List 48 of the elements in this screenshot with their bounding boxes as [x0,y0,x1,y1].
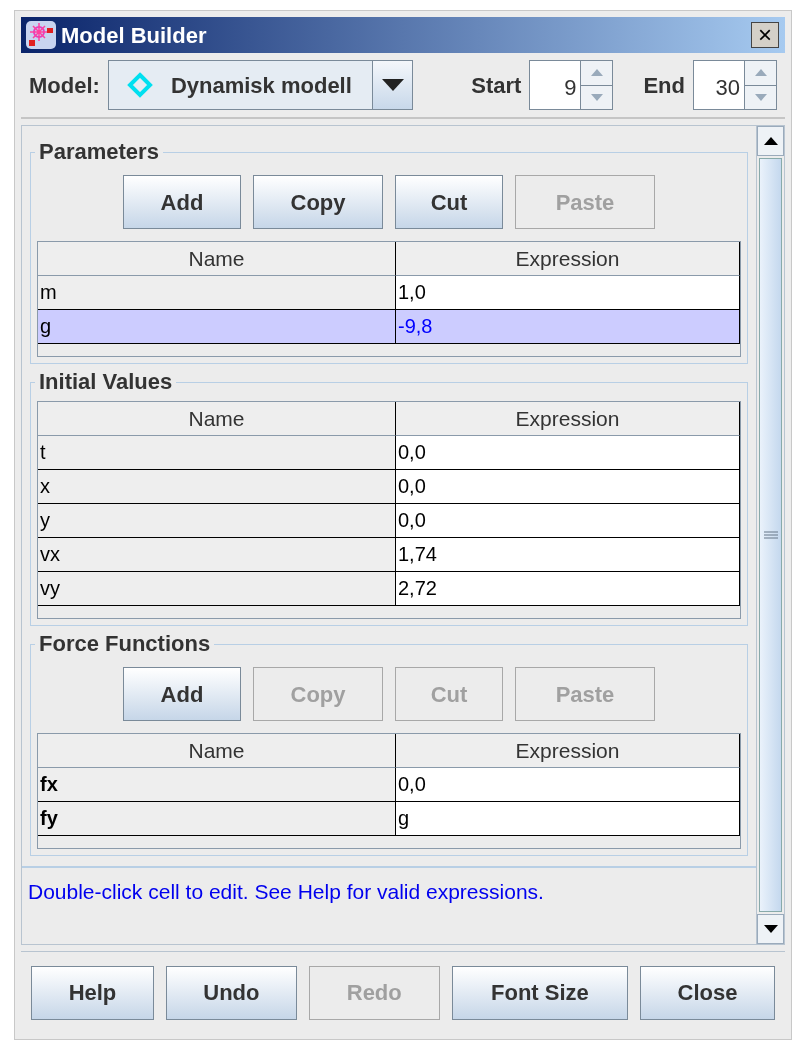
start-label: Start [471,71,522,100]
model-value: Dynamisk modell [170,71,352,100]
table-cell[interactable]: -9,8 [396,310,740,344]
caret-icon [381,79,404,91]
table-cell[interactable]: fy [38,802,396,836]
table-cell[interactable]: vx [38,538,396,572]
scroll-thumb[interactable] [759,158,782,912]
table-cell[interactable]: g [38,310,396,344]
dialog-button[interactable]: Font Size [451,965,629,1020]
column-header[interactable]: Expression [396,734,740,768]
table-cell[interactable]: g [396,802,740,836]
toolbar-button[interactable]: Copy [253,175,383,229]
column-header[interactable]: Expression [396,242,740,276]
toolbar-button[interactable]: Add [123,175,241,229]
table-cell[interactable]: x [38,470,396,504]
diamond-icon [126,72,153,98]
column-header[interactable]: Expression [396,402,740,436]
toolbar-button[interactable]: Cut [395,175,503,229]
table-cell[interactable]: 0,0 [396,436,740,470]
table-cell[interactable]: fx [38,768,396,802]
up-arrow-icon[interactable] [763,137,778,145]
table-cell[interactable]: vy [38,572,396,606]
table-cell[interactable]: 0,0 [396,768,740,802]
dialog-button[interactable]: Close [640,965,775,1020]
toolbar-button[interactable]: Add [123,667,241,721]
table-cell[interactable]: y [38,504,396,538]
table-cell[interactable]: 1,74 [396,538,740,572]
model-label: Model: [29,71,100,100]
hint-text: Double-click cell to edit. See Help for valid expressions. [22,866,756,922]
dialog-button[interactable]: Undo [165,965,297,1020]
table-cell[interactable]: 2,72 [396,572,740,606]
table-cell[interactable]: 0,0 [396,504,740,538]
end-label: End [643,71,685,100]
window-title: Model Builder [61,21,207,50]
column-header[interactable]: Name [38,734,396,768]
table-cell[interactable]: t [38,436,396,470]
table-cell[interactable]: m [38,276,396,310]
table-cell[interactable]: 1,0 [396,276,740,310]
model-dropdown[interactable]: Dynamisk modell [107,60,414,110]
scrollbar[interactable] [756,126,784,944]
column-header[interactable]: Name [38,242,396,276]
dialog-button[interactable]: Help [31,965,154,1020]
table-cell[interactable]: 0,0 [396,470,740,504]
column-header[interactable]: Name [38,402,396,436]
app-icon [25,20,57,50]
down-arrow-icon[interactable] [763,925,778,933]
grip-icon [763,531,778,539]
close-button[interactable]: × [751,22,779,48]
